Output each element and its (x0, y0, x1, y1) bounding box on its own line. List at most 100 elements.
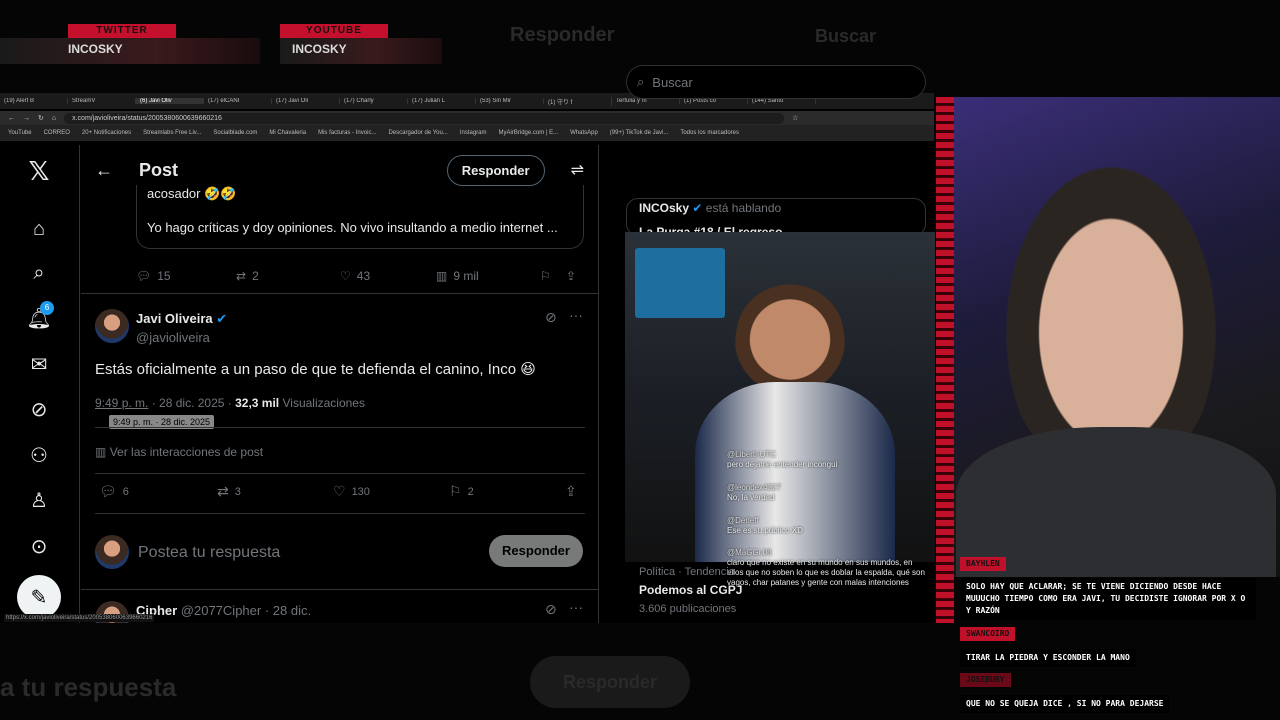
filter-sliders-icon[interactable]: ⇌ (571, 160, 584, 180)
browser-tab[interactable]: (19) Alert B (0, 98, 68, 104)
search-placeholder: Buscar (652, 74, 693, 90)
bookmark-icon[interactable]: ⚐ (540, 269, 566, 283)
home-icon[interactable]: ⌂ (27, 217, 51, 241)
stream-chat-username: BAYHLEN (960, 557, 1006, 571)
browser-tab-active[interactable]: (6) Javi Oliv (136, 98, 204, 104)
video-chat-line: @Liberti-UTC pero déjame entender incongu… (727, 450, 838, 469)
bookmark-star-icon[interactable]: ☆ (792, 114, 798, 122)
share-icon[interactable]: ⇪ (566, 269, 576, 283)
space-status: está hablando (705, 201, 782, 215)
video-chat-line: @leondex4327 No, la verdad (727, 483, 781, 502)
left-nav: 𝕏 ⌂ ⌕ 🔔︎ 6 ✉ ⊘ ⚇ ♙ ⊙ ✎ (0, 145, 80, 623)
url-field[interactable]: x.com/javioliveira/status/20053806006396… (64, 112, 785, 124)
divider (95, 513, 585, 514)
grok-reply-icon[interactable]: ⊘ (545, 601, 557, 618)
responder-header-button[interactable]: Responder (446, 154, 545, 186)
messages-envelope-icon[interactable]: ✉ (27, 352, 51, 376)
bookmark-item[interactable]: (99+) TikTok de Javi... (610, 130, 669, 136)
reply-count: 15 (157, 269, 171, 283)
stream-chat-username: JOSEBURY (960, 673, 1011, 687)
author-name[interactable]: Javi Oliveira ✔ (136, 311, 227, 327)
reply-author-handle: @2077Cipher · 28 dic. (180, 603, 312, 618)
bookmark-item[interactable]: Instagram (460, 130, 487, 136)
forward-icon[interactable]: → (23, 115, 30, 122)
compose-post-icon[interactable]: ✎ (17, 575, 61, 619)
reply-input[interactable]: Postea tu respuesta (138, 544, 280, 562)
bookmark-item[interactable]: Mi Chavaleria (269, 130, 306, 136)
post-views-label: Visualizaciones (282, 396, 365, 410)
search-field[interactable]: ⌕ Buscar (626, 65, 926, 99)
browser-tab[interactable]: (17) elCANI (204, 98, 272, 104)
author-handle[interactable]: @javioliveira (136, 330, 210, 345)
quoted-post[interactable]: acosador 🤣🤣 Yo hago críticas y doy opini… (136, 185, 584, 249)
youtube-overlay-label: YOUTUBE (280, 24, 388, 38)
home-icon[interactable]: ⌂ (52, 115, 56, 122)
communities-icon[interactable]: ⚇ (27, 443, 51, 467)
back-arrow-icon[interactable]: ← (95, 160, 113, 181)
post-time[interactable]: 9:49 p. m. (95, 396, 148, 410)
repost-action[interactable]: ⇄ 3 (217, 483, 333, 500)
streamer-sweater (956, 427, 1276, 577)
bookmark-item[interactable]: Descargador de You... (388, 130, 447, 136)
bookmark-item[interactable]: Todos los marcadores (680, 130, 739, 136)
browser-tab[interactable]: StreamV (68, 98, 136, 104)
ghost-reply-placeholder: a tu respuesta (0, 672, 177, 702)
like-action[interactable]: ♡ 130 (333, 483, 449, 500)
trend-title[interactable]: Podemos al CGPJ (639, 583, 742, 597)
video-chat-line: @Derleff Ese es su público XD (727, 516, 804, 535)
post-actions: 💬︎ 6 ⇄ 3 ♡ 130 ⚐ 2 ⇪ (99, 483, 585, 500)
bookmark-icon: ⚐ (449, 483, 462, 499)
interactions-link[interactable]: ▥ Ver las interacciones de post (95, 445, 263, 459)
address-bar-row: ← → ↻ ⌂ x.com/javioliveira/status/200538… (0, 111, 934, 125)
page-title: Post (139, 159, 179, 180)
profile-icon[interactable]: ♙ (27, 488, 51, 512)
bookmark-item[interactable]: Socialblade.com (213, 130, 257, 136)
bookmark-item[interactable]: CORREO (44, 130, 70, 136)
browser-tab[interactable]: (1) 守り f (544, 96, 612, 106)
quote-text-1: acosador 🤣🤣 (147, 186, 237, 201)
repost-icon: ⇄ (217, 483, 229, 499)
grok-icon[interactable]: ⊘ (27, 397, 51, 421)
repost-icon: ⇄ (236, 269, 247, 283)
bookmark-item[interactable]: MyAirBridge.com | E... (499, 130, 559, 136)
reply-action[interactable]: 💬︎ 6 (99, 483, 217, 500)
x-logo-icon[interactable]: 𝕏 (27, 156, 51, 186)
views-action[interactable]: ▥ 9 mil (436, 269, 540, 283)
live-space-card[interactable]: INCOsky ✔ está hablando La Purga #18 / E… (626, 198, 926, 236)
explore-search-icon[interactable]: ⌕ (27, 261, 51, 285)
back-icon[interactable]: ← (8, 115, 15, 122)
bookmark-item[interactable]: 20+ Notificaciones (82, 130, 131, 136)
browser-tab[interactable]: (17) Charly (340, 98, 408, 104)
verified-badge-icon: ✔ (692, 201, 703, 215)
browser-tab[interactable]: (17) Javi Oli (272, 98, 340, 104)
post-date[interactable]: · 28 dic. 2025 · (152, 396, 232, 410)
post-meta: 9:49 p. m. · 28 dic. 2025 · 32,3 mil Vis… (95, 396, 365, 410)
bookmark-item[interactable]: YouTube (8, 130, 32, 136)
post-views-count: 32,3 mil (235, 396, 280, 410)
reply-more-icon[interactable]: ··· (569, 599, 583, 615)
like-count: 130 (351, 485, 370, 498)
browser-tab[interactable]: (17) Julian L (408, 98, 476, 104)
divider (81, 589, 598, 590)
current-user-avatar (95, 535, 129, 569)
interactions-chart-icon: ▥ (95, 445, 107, 459)
grok-post-icon[interactable]: ⊘ (545, 309, 557, 326)
trend-category: Política · Tendencia (639, 566, 735, 578)
reply-action[interactable]: 💬︎ 15 (136, 269, 236, 283)
author-avatar[interactable] (95, 309, 129, 343)
like-action[interactable]: ♡ 43 (340, 269, 436, 283)
share-icon[interactable]: ⇪ (565, 483, 577, 500)
bookmark-item[interactable]: Streamlabs Free Liv... (143, 130, 201, 136)
bookmark-action[interactable]: ⚐ 2 (449, 483, 565, 500)
more-icon[interactable]: ⊙ (27, 534, 51, 558)
reload-icon[interactable]: ↻ (38, 114, 44, 122)
repost-count: 2 (252, 269, 259, 283)
browser-tab[interactable]: (53) Sin Mir (476, 98, 544, 104)
bookmark-item[interactable]: Mis facturas - Invoic... (318, 130, 376, 136)
reply-icon: 💬︎ (99, 483, 117, 499)
reply-author[interactable]: Cipher @2077Cipher · 28 dic. (136, 603, 311, 618)
repost-action[interactable]: ⇄ 2 (236, 269, 340, 283)
more-options-icon[interactable]: ··· (569, 307, 583, 323)
bookmark-item[interactable]: WhatsApp (570, 130, 598, 136)
reply-submit-button[interactable]: Responder (489, 535, 583, 567)
